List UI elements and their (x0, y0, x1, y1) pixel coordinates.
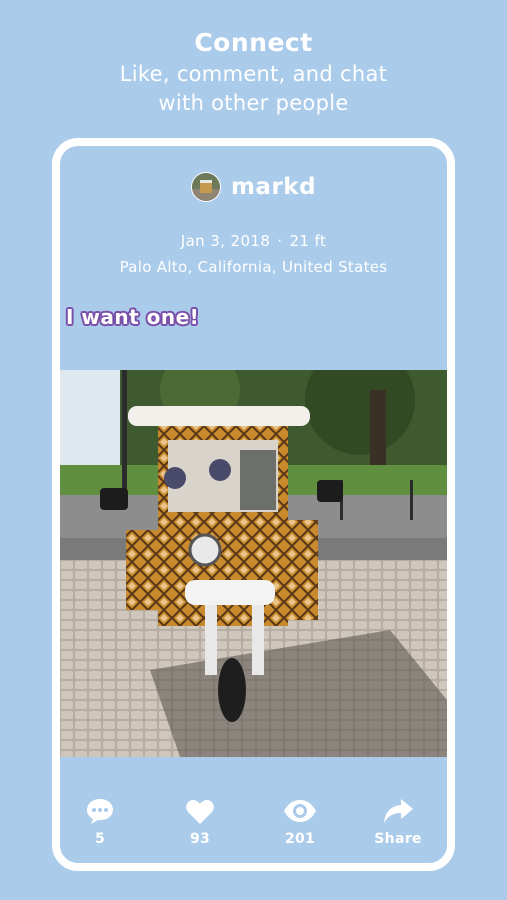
post-date: Jan 3, 2018 (180, 232, 271, 250)
like-button[interactable]: 93 (165, 796, 235, 847)
share-button[interactable]: Share (363, 796, 433, 847)
promo-subtitle: Like, comment, and chat with other peopl… (0, 60, 507, 118)
comment-count: 5 (94, 831, 106, 847)
like-count: 93 (189, 831, 211, 847)
username[interactable]: markd (231, 174, 316, 200)
comment-button[interactable]: 5 (65, 796, 135, 847)
meta-separator: · (277, 232, 283, 250)
post-photo[interactable] (60, 370, 447, 757)
views-button[interactable]: 201 (265, 796, 335, 847)
heart-icon (185, 796, 215, 826)
view-count: 201 (284, 831, 316, 847)
post-location[interactable]: Palo Alto, California, United States (60, 258, 447, 276)
post-actions: 5 93 201 Share (60, 796, 447, 856)
post-distance: 21 ft (289, 232, 327, 250)
post-header[interactable]: markd (60, 172, 447, 202)
promo-subtitle-line-2: with other people (158, 91, 349, 115)
eye-icon (283, 796, 317, 826)
post-card: markd Jan 3, 2018 · 21 ft Palo Alto, Calif… (52, 138, 455, 871)
speech-bubble-icon (85, 796, 115, 826)
post-caption: I want one! (66, 305, 200, 329)
promo-subtitle-line-1: Like, comment, and chat (119, 62, 388, 86)
post-meta: Jan 3, 2018 · 21 ft (60, 232, 447, 250)
promo-title: Connect (194, 28, 313, 57)
avatar[interactable] (190, 172, 221, 202)
share-arrow-icon (382, 796, 414, 826)
share-label: Share (374, 831, 422, 847)
